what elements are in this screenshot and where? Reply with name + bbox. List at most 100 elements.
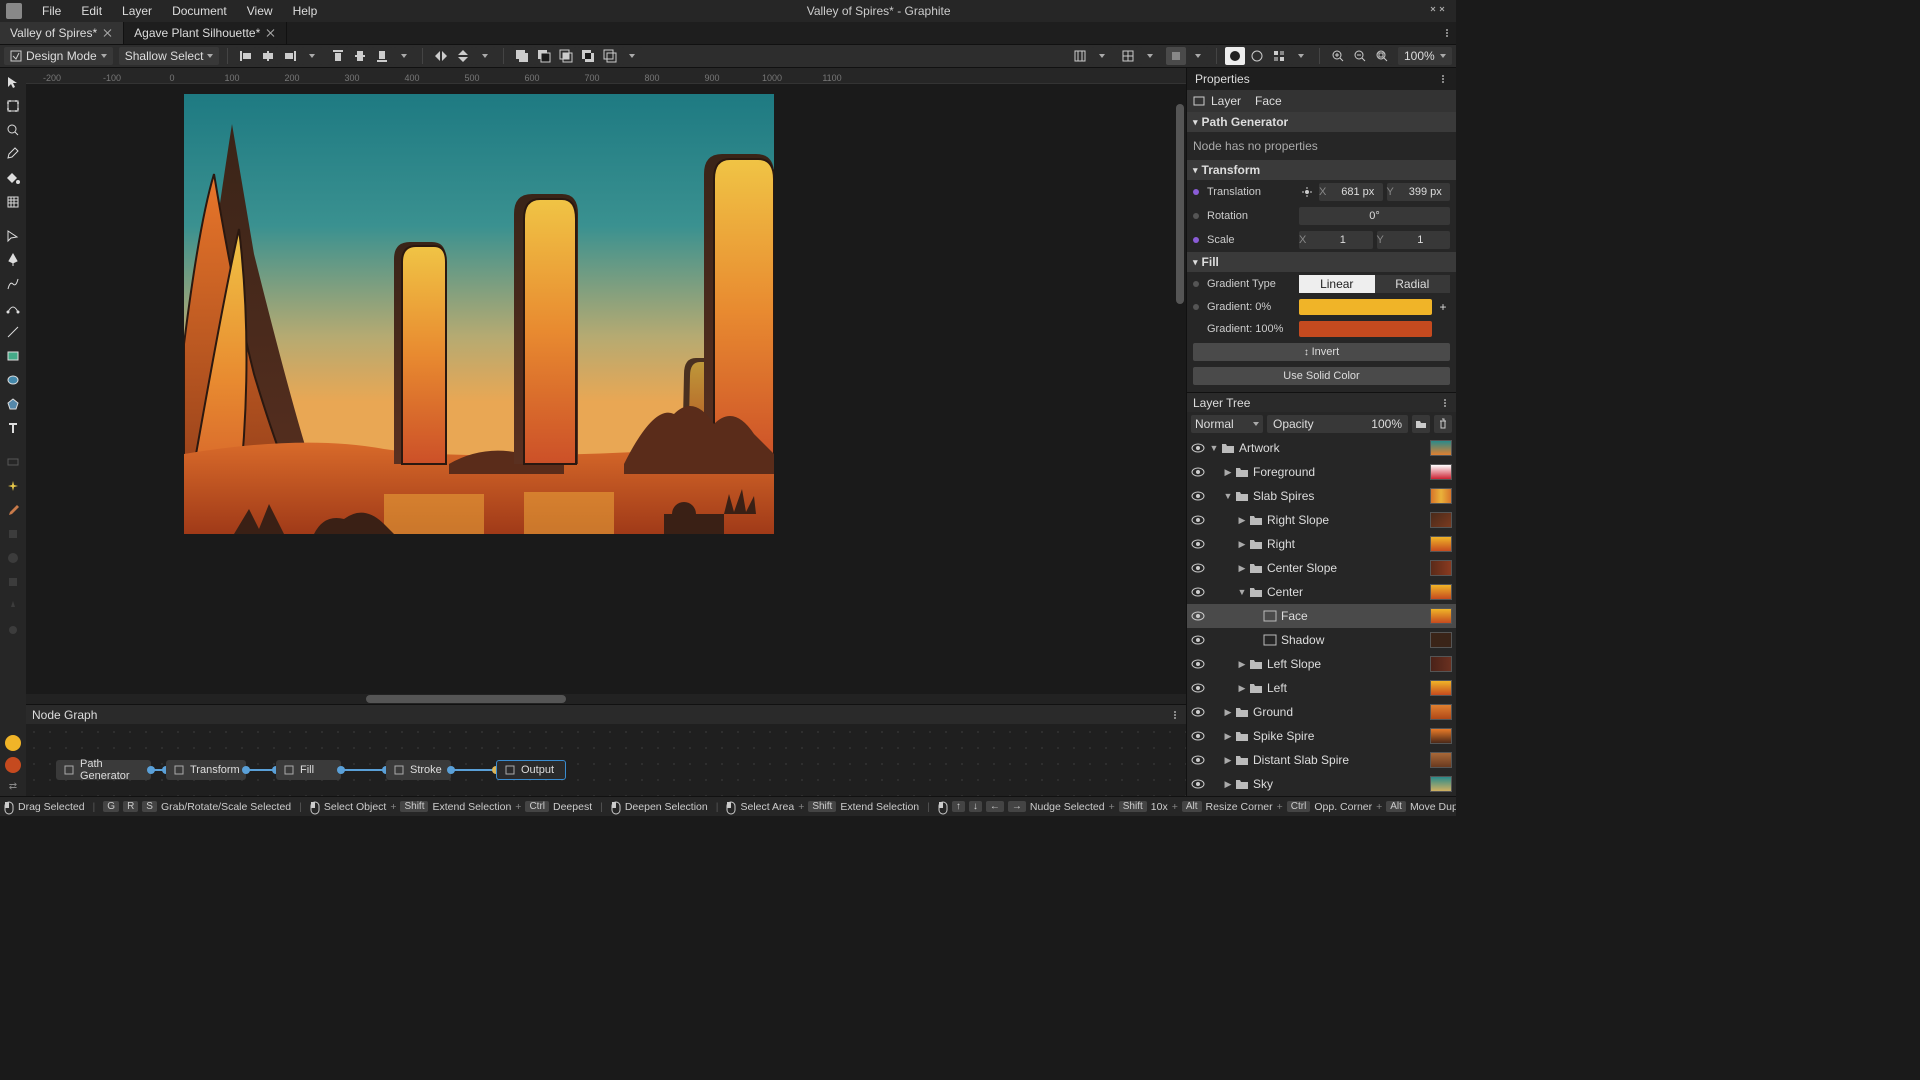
rotation-input[interactable]: 0° xyxy=(1299,207,1450,225)
nodegraph-canvas[interactable]: Path Generator Transform Fill Stroke Output xyxy=(26,724,1186,796)
use-solid-button[interactable]: Use Solid Color xyxy=(1193,367,1450,385)
nodegraph-menu-icon[interactable] xyxy=(1170,710,1180,720)
grid-button[interactable] xyxy=(1118,47,1138,65)
flip-more[interactable] xyxy=(475,47,495,65)
menu-document[interactable]: Document xyxy=(162,2,237,20)
design-mode-dropdown[interactable]: Design Mode xyxy=(4,47,113,65)
tabs-menu-icon[interactable] xyxy=(1438,22,1456,44)
layer-row[interactable]: Shadow xyxy=(1187,628,1456,652)
artboard-tool[interactable] xyxy=(3,96,23,116)
crumb-layer[interactable]: Layer xyxy=(1211,94,1241,108)
select-tool[interactable] xyxy=(3,72,23,92)
artboard[interactable] xyxy=(184,94,774,534)
gradtype-linear[interactable]: Linear xyxy=(1299,275,1375,293)
scroll-v[interactable] xyxy=(1176,84,1184,694)
align-h-more[interactable] xyxy=(302,47,322,65)
add-stop-button[interactable]: + xyxy=(1436,300,1450,314)
frame-tool[interactable] xyxy=(3,452,23,472)
bool-union-button[interactable] xyxy=(512,47,532,65)
expand-icon[interactable] xyxy=(1251,611,1261,621)
expand-icon[interactable]: ▼ xyxy=(1237,587,1247,597)
visibility-icon[interactable] xyxy=(1191,729,1205,743)
rectangle-tool[interactable] xyxy=(3,346,23,366)
align-left-button[interactable] xyxy=(236,47,256,65)
node-path-generator[interactable]: Path Generator xyxy=(56,760,151,780)
viewmode-more[interactable] xyxy=(1291,47,1311,65)
invert-gradient-button[interactable]: ↕ Invert xyxy=(1193,343,1450,361)
align-bottom-button[interactable] xyxy=(372,47,392,65)
visibility-icon[interactable] xyxy=(1191,465,1205,479)
layer-row[interactable]: ▼Center xyxy=(1187,580,1456,604)
layer-row[interactable]: ▶Sky xyxy=(1187,772,1456,796)
doc-tab[interactable]: Agave Plant Silhouette* xyxy=(124,22,287,44)
layer-row[interactable]: ▶Center Slope xyxy=(1187,556,1456,580)
expand-icon[interactable]: ▼ xyxy=(1223,491,1233,501)
flip-v-button[interactable] xyxy=(453,47,473,65)
section-transform[interactable]: ▾Transform xyxy=(1187,160,1456,180)
viewmode-pixel-button[interactable] xyxy=(1269,47,1289,65)
visibility-icon[interactable] xyxy=(1191,633,1205,647)
layer-row[interactable]: Face xyxy=(1187,604,1456,628)
expand-icon[interactable] xyxy=(1251,635,1261,645)
align-center-v-button[interactable] xyxy=(350,47,370,65)
polygon-tool[interactable] xyxy=(3,394,23,414)
node-stroke[interactable]: Stroke xyxy=(386,760,451,780)
menu-file[interactable]: File xyxy=(32,2,71,20)
opacity-input[interactable]: Opacity100% xyxy=(1267,415,1408,433)
layer-row[interactable]: ▶Left Slope xyxy=(1187,652,1456,676)
overlays-more[interactable] xyxy=(1188,47,1208,65)
node-fill[interactable]: Fill xyxy=(276,760,341,780)
menu-layer[interactable]: Layer xyxy=(112,2,162,20)
expand-icon[interactable]: ▶ xyxy=(1237,659,1247,670)
stop1-swatch[interactable] xyxy=(1299,321,1432,337)
visibility-icon[interactable] xyxy=(1191,489,1205,503)
expand-icon[interactable]: ▶ xyxy=(1237,515,1247,526)
bool-intersect-button[interactable] xyxy=(556,47,576,65)
select-depth-dropdown[interactable]: Shallow Select xyxy=(119,47,220,65)
scroll-h[interactable] xyxy=(26,694,1186,704)
window-controls[interactable] xyxy=(1430,6,1450,16)
crumb-leaf[interactable]: Face xyxy=(1255,94,1282,108)
node-output[interactable]: Output xyxy=(496,760,566,780)
doc-tab[interactable]: Valley of Spires* xyxy=(0,22,124,44)
node-transform[interactable]: Transform xyxy=(166,760,246,780)
menu-help[interactable]: Help xyxy=(283,2,328,20)
zoom-in-button[interactable] xyxy=(1328,47,1348,65)
stop0-swatch[interactable] xyxy=(1299,299,1432,315)
expand-icon[interactable]: ▼ xyxy=(1209,443,1219,453)
properties-tab[interactable]: Properties xyxy=(1187,68,1456,90)
bool-difference-button[interactable] xyxy=(578,47,598,65)
expand-icon[interactable]: ▶ xyxy=(1223,731,1233,742)
align-center-h-button[interactable] xyxy=(258,47,278,65)
freehand-tool[interactable] xyxy=(3,274,23,294)
new-folder-button[interactable] xyxy=(1412,415,1430,433)
layer-row[interactable]: ▶Left xyxy=(1187,676,1456,700)
bool-subtract-button[interactable] xyxy=(534,47,554,65)
visibility-icon[interactable] xyxy=(1191,561,1205,575)
align-right-button[interactable] xyxy=(280,47,300,65)
visibility-icon[interactable] xyxy=(1191,705,1205,719)
layer-row[interactable]: ▶Distant Slab Spire xyxy=(1187,748,1456,772)
flip-h-button[interactable] xyxy=(431,47,451,65)
expand-icon[interactable]: ▶ xyxy=(1237,683,1247,694)
snap-button[interactable] xyxy=(1070,47,1090,65)
translation-y-input[interactable]: Y399 px xyxy=(1387,183,1451,201)
menu-edit[interactable]: Edit xyxy=(71,2,112,20)
spline-tool[interactable] xyxy=(3,298,23,318)
line-tool[interactable] xyxy=(3,322,23,342)
swap-colors-icon[interactable]: ⇄ xyxy=(9,781,17,792)
visibility-icon[interactable] xyxy=(1191,441,1205,455)
zoom-out-button[interactable] xyxy=(1350,47,1370,65)
imaginate-tool[interactable] xyxy=(3,476,23,496)
visibility-icon[interactable] xyxy=(1191,609,1205,623)
overlays-button[interactable] xyxy=(1166,47,1186,65)
translation-origin-icon[interactable] xyxy=(1299,184,1315,200)
expand-icon[interactable]: ▶ xyxy=(1237,563,1247,574)
navigate-tool[interactable] xyxy=(3,120,23,140)
canvas-viewport[interactable] xyxy=(26,84,1186,694)
translation-x-input[interactable]: X681 px xyxy=(1319,183,1383,201)
scale-x-input[interactable]: X1 xyxy=(1299,231,1373,249)
visibility-icon[interactable] xyxy=(1191,657,1205,671)
grid-more[interactable] xyxy=(1140,47,1160,65)
section-pathgen[interactable]: ▾Path Generator xyxy=(1187,112,1456,132)
